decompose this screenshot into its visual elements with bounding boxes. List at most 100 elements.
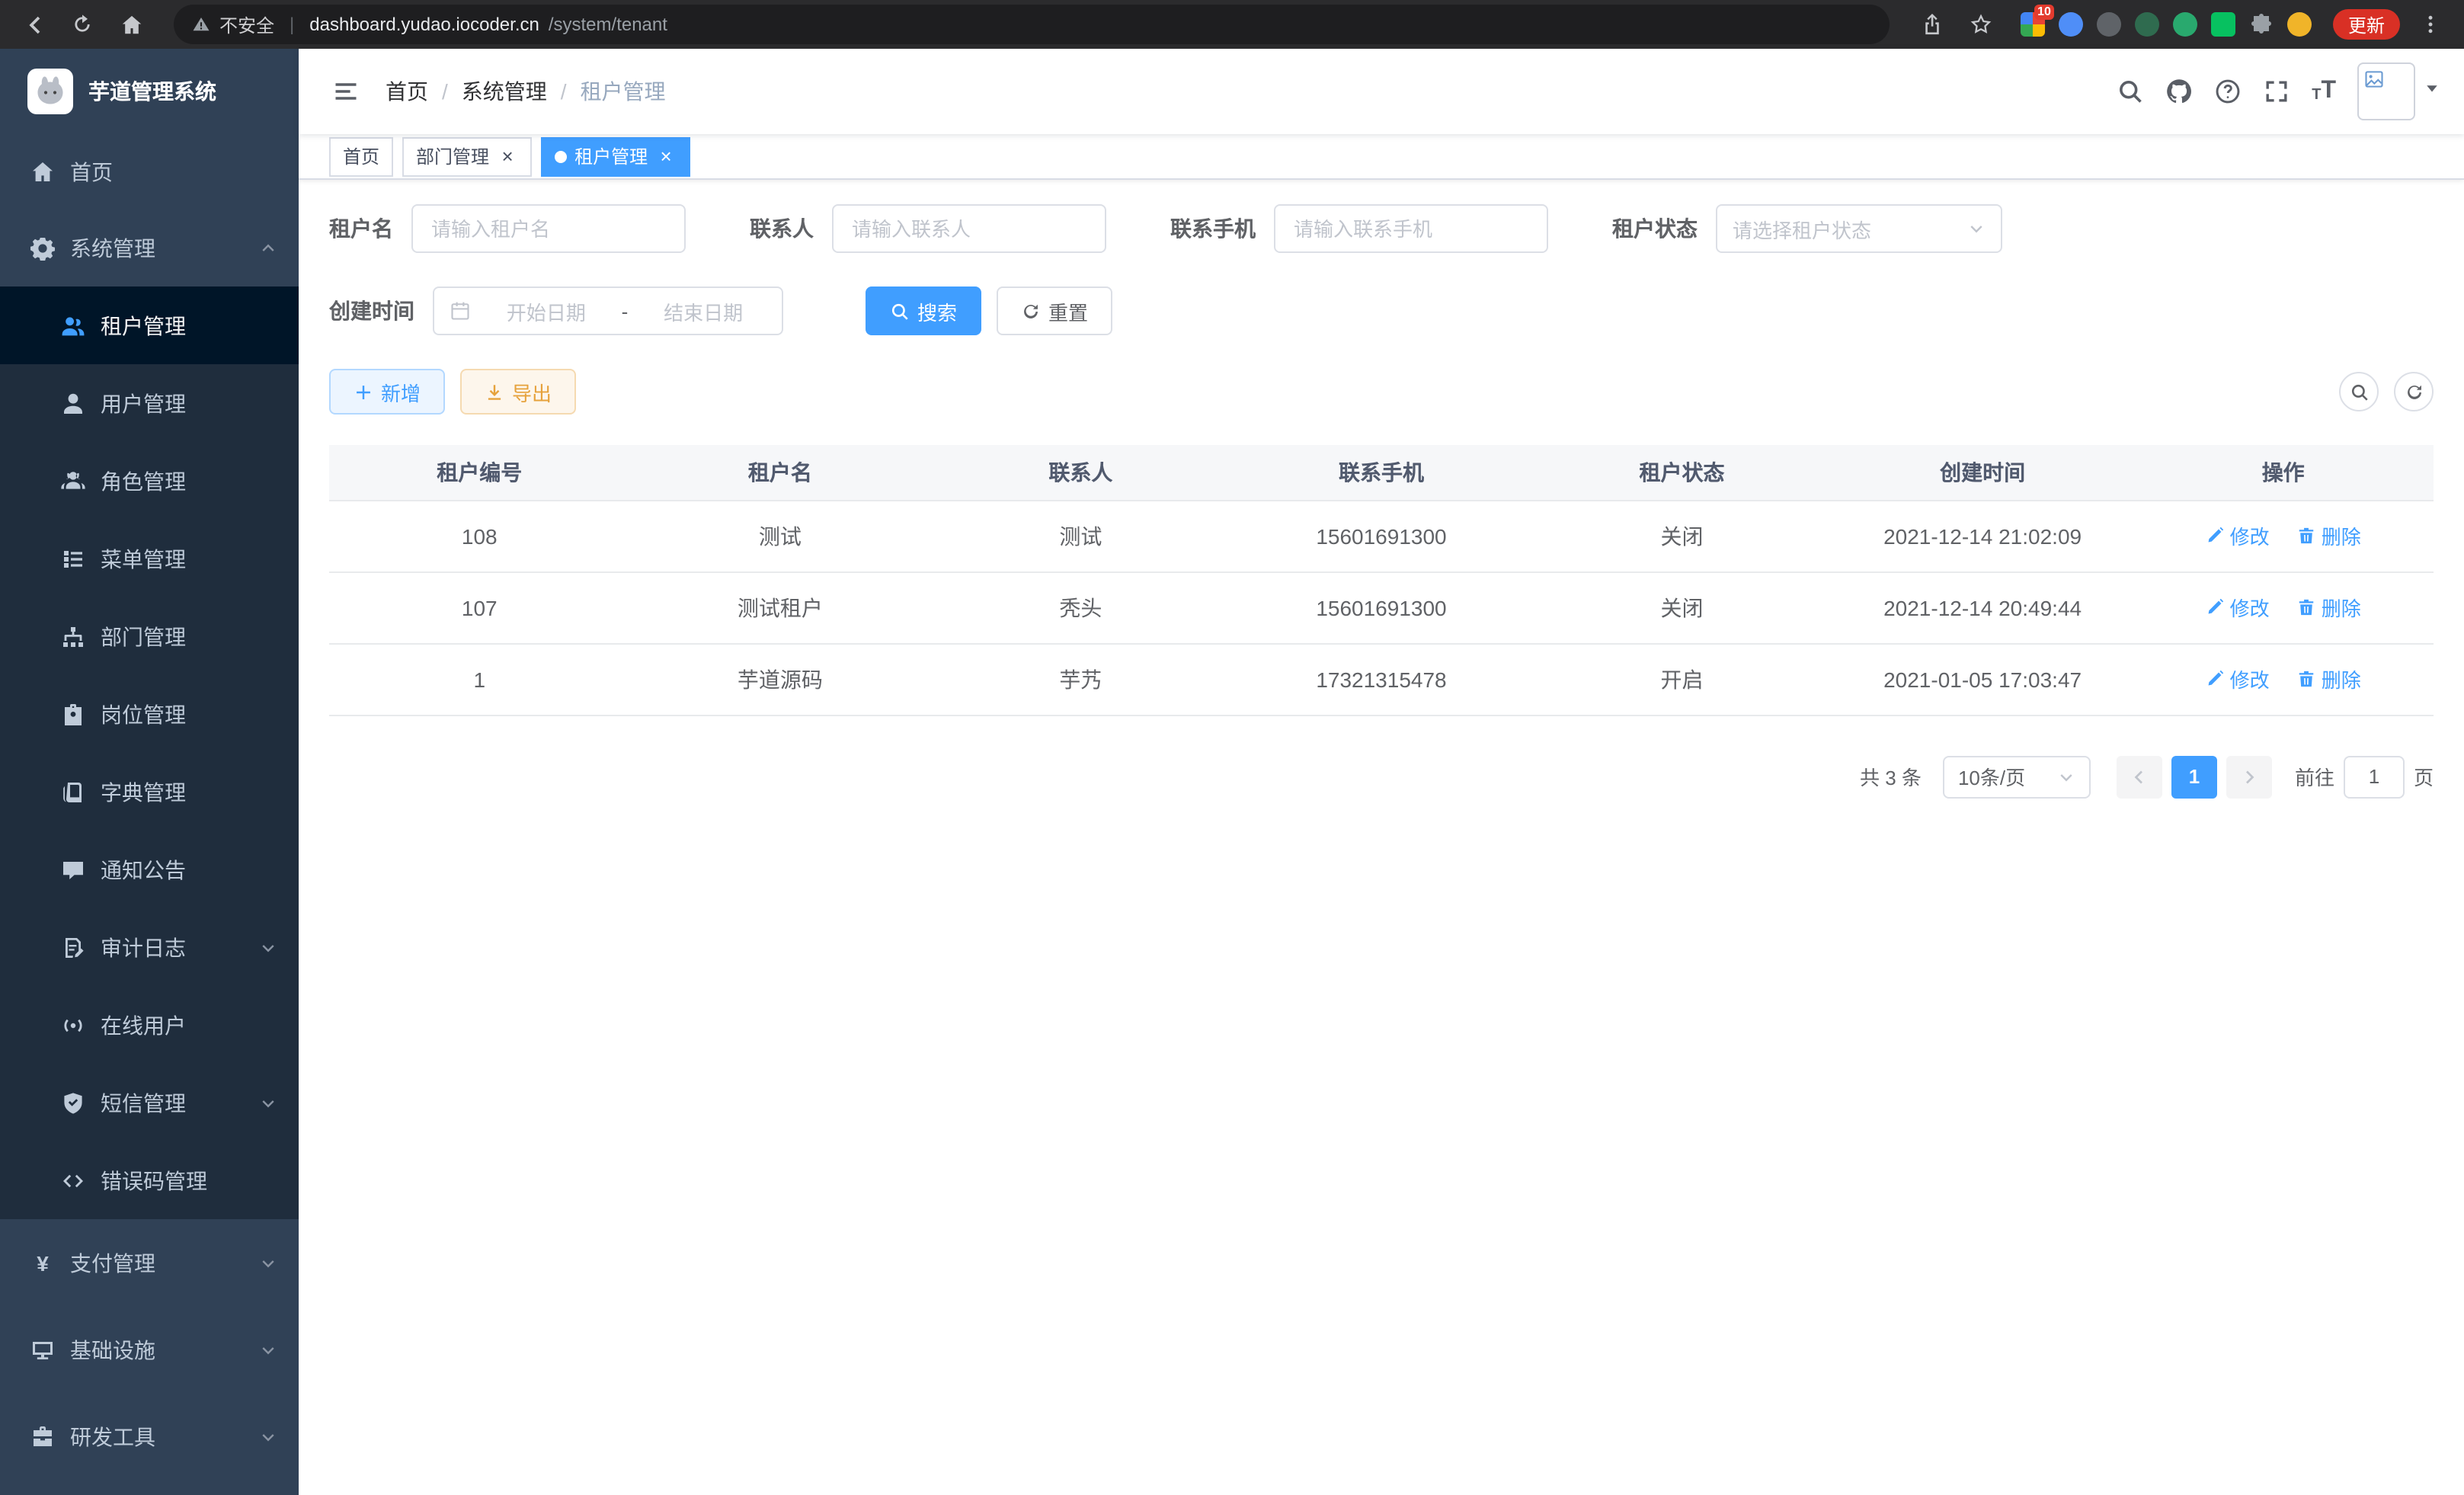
share-icon — [1922, 14, 1943, 35]
close-tab-icon[interactable]: × — [497, 146, 518, 166]
delete-button[interactable]: 删除 — [2297, 521, 2361, 550]
breadcrumb-separator: / — [561, 79, 567, 104]
sidebar-item-dev-tool[interactable]: 研发工具 — [0, 1393, 299, 1480]
toolbox-icon — [30, 1424, 55, 1449]
extension-dark-green-circle[interactable] — [2135, 12, 2159, 37]
create-time-label: 创建时间 — [329, 296, 414, 326]
extension-dark-circle[interactable] — [2097, 12, 2121, 37]
filter-phone: 联系手机 — [1170, 204, 1548, 253]
dict-icon — [61, 780, 85, 804]
extension-green-circle-icon — [2173, 12, 2197, 37]
goto-page-input[interactable] — [2344, 755, 2405, 798]
delete-button-label: 删除 — [2322, 521, 2361, 550]
bookmark-button[interactable] — [1963, 6, 1999, 43]
phone-input[interactable] — [1274, 204, 1548, 253]
user-avatar-dropdown[interactable] — [2357, 62, 2441, 120]
cell-phone: 15601691300 — [1231, 571, 1532, 643]
close-tab-icon[interactable]: × — [655, 146, 677, 166]
extension-green-circle[interactable] — [2173, 12, 2197, 37]
home-button[interactable] — [113, 6, 149, 43]
prev-page-button[interactable] — [2117, 755, 2162, 798]
users-icon — [61, 313, 85, 338]
badge-icon — [61, 702, 85, 726]
delete-button[interactable]: 删除 — [2297, 664, 2361, 693]
edit-button[interactable]: 修改 — [2206, 521, 2270, 550]
breadcrumb-home[interactable]: 首页 — [386, 76, 428, 107]
cell-contact: 芋艿 — [930, 643, 1231, 715]
extension-puzzle[interactable] — [2249, 12, 2274, 37]
sidebar-item-tenant[interactable]: 租户管理 — [0, 287, 299, 364]
breadcrumb-system[interactable]: 系统管理 — [462, 76, 547, 107]
sidebar-item-infra[interactable]: 基础设施 — [0, 1306, 299, 1393]
shield-icon — [61, 1090, 85, 1115]
sidebar-item-system[interactable]: 系统管理 — [0, 210, 299, 287]
extension-yellow-circle[interactable] — [2287, 12, 2312, 37]
toggle-search-button[interactable] — [2339, 372, 2379, 411]
reset-button[interactable]: 重置 — [997, 287, 1112, 335]
github-icon — [2165, 78, 2193, 105]
edit-button[interactable]: 修改 — [2206, 664, 2270, 693]
back-button[interactable] — [15, 6, 52, 43]
date-range-picker[interactable]: 开始日期 - 结束日期 — [433, 287, 783, 335]
sidebar-item-label: 角色管理 — [101, 466, 186, 496]
column-header-0: 租户编号 — [329, 445, 630, 500]
refresh-table-button[interactable] — [2394, 372, 2434, 411]
share-button[interactable] — [1914, 6, 1950, 43]
sidebar-toggle-button[interactable] — [322, 67, 370, 116]
reload-button[interactable] — [64, 6, 101, 43]
sidebar-item-notice[interactable]: 通知公告 — [0, 831, 299, 908]
sidebar-item-sms[interactable]: 短信管理 — [0, 1064, 299, 1141]
edit-button[interactable]: 修改 — [2206, 593, 2270, 622]
extension-dark-green-circle-icon — [2135, 12, 2159, 37]
browser-menu-button[interactable] — [2412, 6, 2449, 43]
page-size-select[interactable]: 10条/页 — [1943, 755, 2091, 798]
tenant-name-input[interactable] — [411, 204, 686, 253]
github-link[interactable] — [2165, 78, 2193, 105]
tab-tenant[interactable]: 租户管理 × — [541, 136, 690, 176]
extension-blue-circle[interactable] — [2059, 12, 2083, 37]
yen-icon: ¥ — [30, 1250, 55, 1275]
address-bar[interactable]: 不安全 | dashboard.yudao.iocoder.cn/system/… — [174, 5, 1890, 44]
font-size-button[interactable]: TT — [2312, 79, 2336, 104]
contact-input[interactable] — [832, 204, 1106, 253]
update-button[interactable]: 更新 — [2333, 9, 2400, 40]
column-header-4: 租户状态 — [1531, 445, 1832, 500]
sidebar-item-label: 在线用户 — [101, 1010, 186, 1040]
sidebar-item-dept[interactable]: 部门管理 — [0, 597, 299, 675]
sidebar-item-online-user[interactable]: 在线用户 — [0, 986, 299, 1064]
sidebar-item-user[interactable]: 用户管理 — [0, 364, 299, 442]
sidebar-item-label: 短信管理 — [101, 1087, 186, 1118]
add-button[interactable]: 新增 — [329, 369, 445, 415]
page-1-button[interactable]: 1 — [2171, 755, 2217, 798]
fullscreen-button[interactable] — [2263, 78, 2290, 105]
next-page-button[interactable] — [2226, 755, 2272, 798]
export-button[interactable]: 导出 — [460, 369, 576, 415]
sidebar-item-error-code[interactable]: 错误码管理 — [0, 1141, 299, 1219]
sidebar-item-role[interactable]: 角色管理 — [0, 442, 299, 520]
extension-grid[interactable]: 10 — [2021, 12, 2045, 37]
sidebar-item-pay[interactable]: ¥支付管理 — [0, 1219, 299, 1306]
sidebar-item-menu[interactable]: 菜单管理 — [0, 520, 299, 597]
help-button[interactable] — [2214, 78, 2242, 105]
tab-dept[interactable]: 部门管理× — [402, 136, 532, 176]
delete-button[interactable]: 删除 — [2297, 593, 2361, 622]
trash-icon — [2297, 669, 2317, 689]
sidebar-item-audit-log[interactable]: 审计日志 — [0, 908, 299, 986]
tab-home[interactable]: 首页 — [329, 136, 393, 176]
sidebar-item-dict[interactable]: 字典管理 — [0, 753, 299, 831]
sidebar-item-home[interactable]: 首页 — [0, 134, 299, 210]
extension-green-square[interactable] — [2211, 12, 2235, 37]
sidebar-item-label: 基础设施 — [70, 1334, 155, 1365]
sidebar-item-post[interactable]: 岗位管理 — [0, 675, 299, 753]
column-header-1: 租户名 — [630, 445, 931, 500]
header-search-button[interactable] — [2117, 78, 2144, 105]
kebab-icon — [2420, 14, 2441, 35]
column-header-2: 联系人 — [930, 445, 1231, 500]
status-select[interactable]: 请选择租户状态 — [1716, 204, 2002, 253]
trash-icon — [2297, 526, 2317, 546]
delete-button-label: 删除 — [2322, 593, 2361, 622]
edit-button-label: 修改 — [2230, 593, 2270, 622]
column-header-5: 创建时间 — [1832, 445, 2133, 500]
search-button[interactable]: 搜索 — [866, 287, 981, 335]
tab-label: 租户管理 — [574, 143, 648, 169]
